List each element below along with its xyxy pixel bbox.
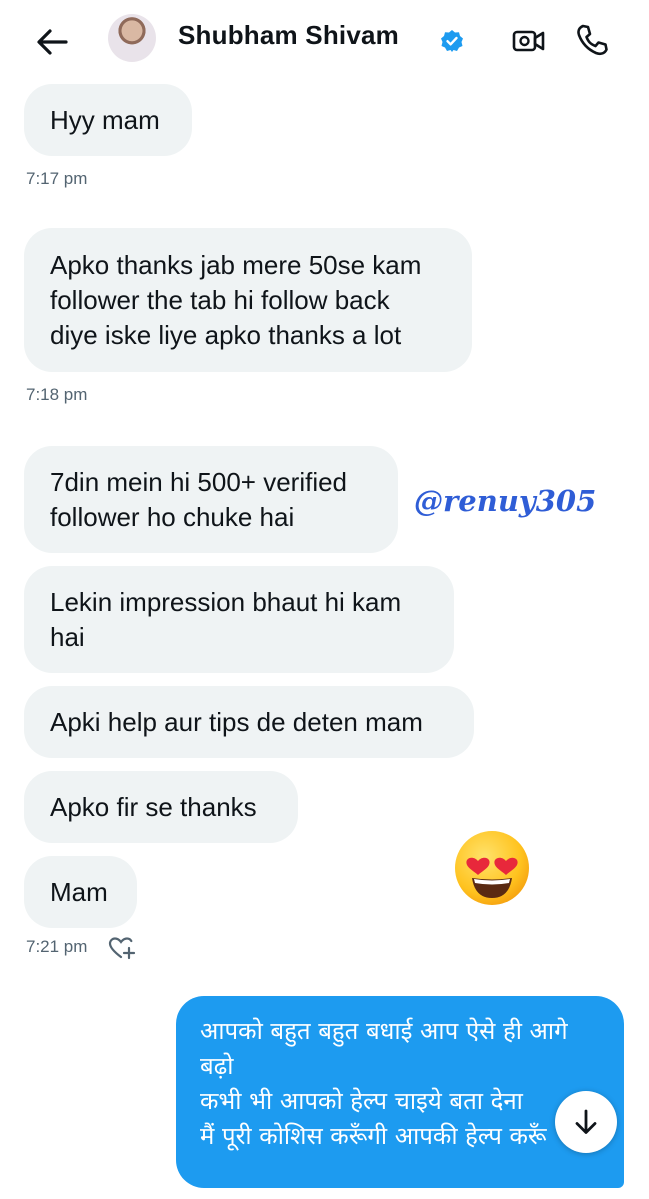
message-timestamp: 7:18 pm xyxy=(26,385,88,404)
scroll-to-bottom-button[interactable] xyxy=(555,1091,617,1153)
message-bubble[interactable]: Apki help aur tips de deten mam xyxy=(24,686,474,758)
arrow-down-icon xyxy=(575,1109,597,1134)
video-call-icon[interactable] xyxy=(512,24,546,58)
back-arrow-icon[interactable] xyxy=(32,22,72,62)
heart-plus-icon[interactable] xyxy=(108,935,136,961)
message-timestamp: 7:21 pm xyxy=(26,937,88,956)
message-bubble[interactable]: Lekin impression bhaut hi kam hai xyxy=(24,566,454,673)
message-bubble[interactable]: Hyy mam xyxy=(24,84,192,156)
watermark: @renuy305 xyxy=(414,484,597,518)
message-bubble[interactable]: Apko fir se thanks xyxy=(24,771,298,843)
message-timestamp: 7:17 pm xyxy=(26,169,88,188)
contact-name[interactable]: Shubham Shivam xyxy=(178,20,399,51)
outgoing-message-bubble[interactable]: आपको बहुत बहुत बधाई आप ऐसे ही आगे बढ़ो क… xyxy=(176,996,624,1188)
phone-call-icon[interactable] xyxy=(574,22,610,58)
message-bubble[interactable]: Apko thanks jab mere 50se kam follower t… xyxy=(24,228,472,372)
avatar[interactable] xyxy=(108,14,156,62)
message-bubble[interactable]: 7din mein hi 500+ verified follower ho c… xyxy=(24,446,398,553)
conversation-header: Shubham Shivam xyxy=(0,0,649,82)
message-bubble[interactable]: Mam xyxy=(24,856,137,928)
heart-eyes-emoji-icon xyxy=(455,831,529,905)
verified-badge-icon xyxy=(441,30,463,52)
